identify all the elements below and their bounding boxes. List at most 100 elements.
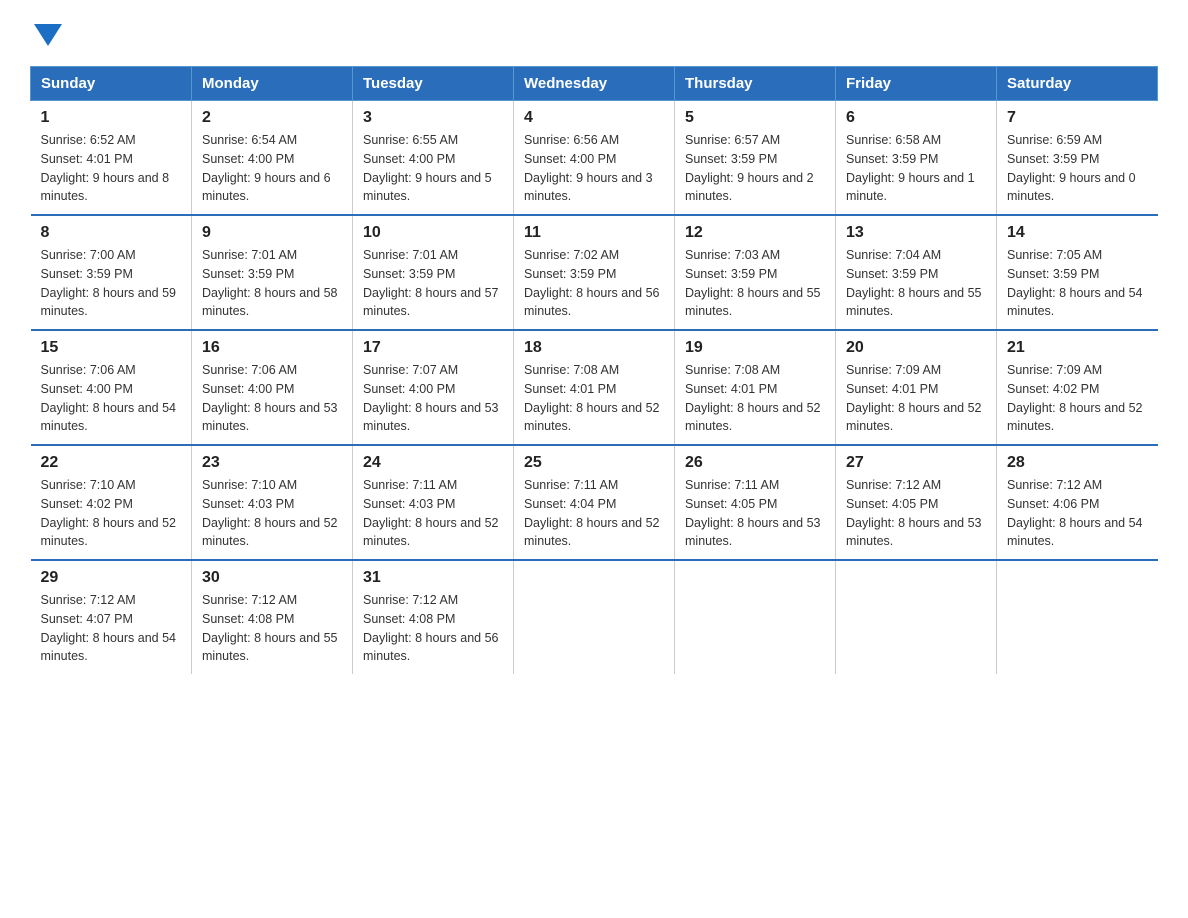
day-info: Sunrise: 7:10 AM Sunset: 4:02 PM Dayligh… <box>41 476 182 551</box>
day-number: 10 <box>363 224 503 242</box>
weekday-header-tuesday: Tuesday <box>353 67 514 101</box>
day-number: 21 <box>1007 339 1148 357</box>
day-info: Sunrise: 7:06 AM Sunset: 4:00 PM Dayligh… <box>41 361 182 436</box>
calendar-cell <box>997 560 1158 674</box>
logo <box>30 20 62 46</box>
day-info: Sunrise: 7:05 AM Sunset: 3:59 PM Dayligh… <box>1007 246 1148 321</box>
day-number: 18 <box>524 339 664 357</box>
calendar-cell <box>836 560 997 674</box>
day-number: 2 <box>202 109 342 127</box>
day-number: 22 <box>41 454 182 472</box>
calendar-table: SundayMondayTuesdayWednesdayThursdayFrid… <box>30 66 1158 674</box>
day-number: 9 <box>202 224 342 242</box>
calendar-cell: 12 Sunrise: 7:03 AM Sunset: 3:59 PM Dayl… <box>675 215 836 330</box>
day-info: Sunrise: 7:09 AM Sunset: 4:02 PM Dayligh… <box>1007 361 1148 436</box>
weekday-header-sunday: Sunday <box>31 67 192 101</box>
day-number: 16 <box>202 339 342 357</box>
day-number: 19 <box>685 339 825 357</box>
day-number: 13 <box>846 224 986 242</box>
calendar-cell: 1 Sunrise: 6:52 AM Sunset: 4:01 PM Dayli… <box>31 101 192 216</box>
day-info: Sunrise: 7:04 AM Sunset: 3:59 PM Dayligh… <box>846 246 986 321</box>
day-number: 17 <box>363 339 503 357</box>
calendar-cell: 7 Sunrise: 6:59 AM Sunset: 3:59 PM Dayli… <box>997 101 1158 216</box>
weekday-header-saturday: Saturday <box>997 67 1158 101</box>
calendar-cell: 11 Sunrise: 7:02 AM Sunset: 3:59 PM Dayl… <box>514 215 675 330</box>
calendar-cell: 20 Sunrise: 7:09 AM Sunset: 4:01 PM Dayl… <box>836 330 997 445</box>
calendar-cell: 6 Sunrise: 6:58 AM Sunset: 3:59 PM Dayli… <box>836 101 997 216</box>
day-info: Sunrise: 7:12 AM Sunset: 4:07 PM Dayligh… <box>41 591 182 666</box>
calendar-cell: 22 Sunrise: 7:10 AM Sunset: 4:02 PM Dayl… <box>31 445 192 560</box>
calendar-cell <box>514 560 675 674</box>
day-info: Sunrise: 7:07 AM Sunset: 4:00 PM Dayligh… <box>363 361 503 436</box>
day-number: 15 <box>41 339 182 357</box>
calendar-cell <box>675 560 836 674</box>
day-info: Sunrise: 7:11 AM Sunset: 4:04 PM Dayligh… <box>524 476 664 551</box>
weekday-header-row: SundayMondayTuesdayWednesdayThursdayFrid… <box>31 67 1158 101</box>
calendar-cell: 28 Sunrise: 7:12 AM Sunset: 4:06 PM Dayl… <box>997 445 1158 560</box>
calendar-cell: 14 Sunrise: 7:05 AM Sunset: 3:59 PM Dayl… <box>997 215 1158 330</box>
calendar-cell: 2 Sunrise: 6:54 AM Sunset: 4:00 PM Dayli… <box>192 101 353 216</box>
day-number: 26 <box>685 454 825 472</box>
day-info: Sunrise: 7:12 AM Sunset: 4:08 PM Dayligh… <box>202 591 342 666</box>
day-info: Sunrise: 7:06 AM Sunset: 4:00 PM Dayligh… <box>202 361 342 436</box>
day-info: Sunrise: 6:54 AM Sunset: 4:00 PM Dayligh… <box>202 131 342 206</box>
calendar-cell: 4 Sunrise: 6:56 AM Sunset: 4:00 PM Dayli… <box>514 101 675 216</box>
day-number: 28 <box>1007 454 1148 472</box>
day-info: Sunrise: 6:52 AM Sunset: 4:01 PM Dayligh… <box>41 131 182 206</box>
calendar-cell: 29 Sunrise: 7:12 AM Sunset: 4:07 PM Dayl… <box>31 560 192 674</box>
calendar-week-row: 29 Sunrise: 7:12 AM Sunset: 4:07 PM Dayl… <box>31 560 1158 674</box>
calendar-cell: 25 Sunrise: 7:11 AM Sunset: 4:04 PM Dayl… <box>514 445 675 560</box>
day-info: Sunrise: 6:57 AM Sunset: 3:59 PM Dayligh… <box>685 131 825 206</box>
calendar-cell: 5 Sunrise: 6:57 AM Sunset: 3:59 PM Dayli… <box>675 101 836 216</box>
day-number: 12 <box>685 224 825 242</box>
day-number: 11 <box>524 224 664 242</box>
calendar-cell: 26 Sunrise: 7:11 AM Sunset: 4:05 PM Dayl… <box>675 445 836 560</box>
day-info: Sunrise: 6:58 AM Sunset: 3:59 PM Dayligh… <box>846 131 986 206</box>
day-info: Sunrise: 7:12 AM Sunset: 4:08 PM Dayligh… <box>363 591 503 666</box>
day-info: Sunrise: 7:01 AM Sunset: 3:59 PM Dayligh… <box>202 246 342 321</box>
calendar-body: 1 Sunrise: 6:52 AM Sunset: 4:01 PM Dayli… <box>31 101 1158 675</box>
calendar-cell: 16 Sunrise: 7:06 AM Sunset: 4:00 PM Dayl… <box>192 330 353 445</box>
calendar-cell: 9 Sunrise: 7:01 AM Sunset: 3:59 PM Dayli… <box>192 215 353 330</box>
day-number: 3 <box>363 109 503 127</box>
day-number: 8 <box>41 224 182 242</box>
day-number: 14 <box>1007 224 1148 242</box>
day-info: Sunrise: 7:01 AM Sunset: 3:59 PM Dayligh… <box>363 246 503 321</box>
day-info: Sunrise: 7:12 AM Sunset: 4:06 PM Dayligh… <box>1007 476 1148 551</box>
day-number: 24 <box>363 454 503 472</box>
day-number: 27 <box>846 454 986 472</box>
calendar-week-row: 15 Sunrise: 7:06 AM Sunset: 4:00 PM Dayl… <box>31 330 1158 445</box>
day-info: Sunrise: 7:11 AM Sunset: 4:03 PM Dayligh… <box>363 476 503 551</box>
calendar-header: SundayMondayTuesdayWednesdayThursdayFrid… <box>31 67 1158 101</box>
calendar-cell: 30 Sunrise: 7:12 AM Sunset: 4:08 PM Dayl… <box>192 560 353 674</box>
weekday-header-friday: Friday <box>836 67 997 101</box>
calendar-cell: 18 Sunrise: 7:08 AM Sunset: 4:01 PM Dayl… <box>514 330 675 445</box>
calendar-cell: 19 Sunrise: 7:08 AM Sunset: 4:01 PM Dayl… <box>675 330 836 445</box>
day-number: 25 <box>524 454 664 472</box>
day-number: 31 <box>363 569 503 587</box>
calendar-cell: 21 Sunrise: 7:09 AM Sunset: 4:02 PM Dayl… <box>997 330 1158 445</box>
day-info: Sunrise: 7:12 AM Sunset: 4:05 PM Dayligh… <box>846 476 986 551</box>
day-number: 30 <box>202 569 342 587</box>
calendar-week-row: 1 Sunrise: 6:52 AM Sunset: 4:01 PM Dayli… <box>31 101 1158 216</box>
calendar-cell: 23 Sunrise: 7:10 AM Sunset: 4:03 PM Dayl… <box>192 445 353 560</box>
calendar-cell: 27 Sunrise: 7:12 AM Sunset: 4:05 PM Dayl… <box>836 445 997 560</box>
day-number: 29 <box>41 569 182 587</box>
day-info: Sunrise: 6:56 AM Sunset: 4:00 PM Dayligh… <box>524 131 664 206</box>
day-number: 7 <box>1007 109 1148 127</box>
day-info: Sunrise: 7:08 AM Sunset: 4:01 PM Dayligh… <box>524 361 664 436</box>
day-info: Sunrise: 7:09 AM Sunset: 4:01 PM Dayligh… <box>846 361 986 436</box>
calendar-cell: 8 Sunrise: 7:00 AM Sunset: 3:59 PM Dayli… <box>31 215 192 330</box>
calendar-cell: 31 Sunrise: 7:12 AM Sunset: 4:08 PM Dayl… <box>353 560 514 674</box>
day-number: 20 <box>846 339 986 357</box>
calendar-cell: 15 Sunrise: 7:06 AM Sunset: 4:00 PM Dayl… <box>31 330 192 445</box>
day-number: 23 <box>202 454 342 472</box>
day-number: 6 <box>846 109 986 127</box>
page-header <box>30 20 1158 46</box>
day-number: 1 <box>41 109 182 127</box>
calendar-week-row: 8 Sunrise: 7:00 AM Sunset: 3:59 PM Dayli… <box>31 215 1158 330</box>
day-number: 5 <box>685 109 825 127</box>
calendar-cell: 10 Sunrise: 7:01 AM Sunset: 3:59 PM Dayl… <box>353 215 514 330</box>
day-info: Sunrise: 7:08 AM Sunset: 4:01 PM Dayligh… <box>685 361 825 436</box>
calendar-cell: 13 Sunrise: 7:04 AM Sunset: 3:59 PM Dayl… <box>836 215 997 330</box>
